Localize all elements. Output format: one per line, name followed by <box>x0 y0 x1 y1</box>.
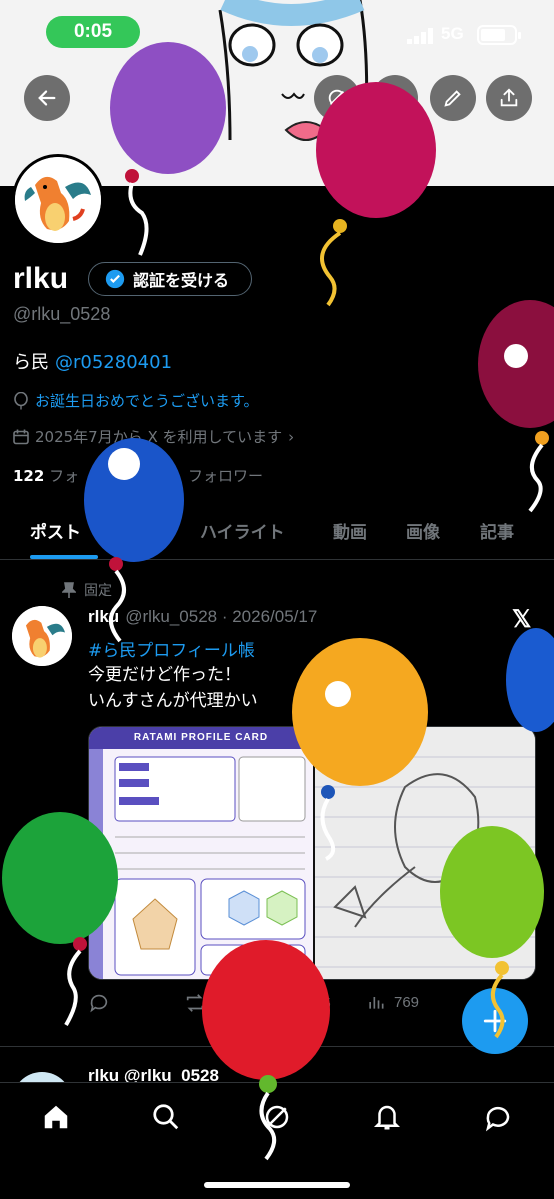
grok-icon <box>265 1105 289 1129</box>
search-icon <box>153 1104 179 1130</box>
x-logo-icon[interactable]: 𝕏 <box>512 605 531 634</box>
balloon-icon <box>14 391 28 409</box>
reply-icon <box>90 994 108 1013</box>
verified-badge-icon <box>105 269 125 289</box>
tab-videos[interactable]: 動画 <box>333 518 367 543</box>
profile-handle: @rlku_0528 <box>13 304 111 324</box>
repost-button[interactable]: 35 <box>184 992 331 1014</box>
pinned-text: 固定 <box>84 583 112 599</box>
bio-mention-link[interactable]: @r05280401 <box>55 352 172 373</box>
post-media[interactable]: RATAMI PROFILE CARD <box>88 726 536 980</box>
follow-counts[interactable]: 122 フォ フォロワー <box>13 465 263 486</box>
battery-icon <box>477 25 521 45</box>
following-count: 122 <box>13 467 45 485</box>
profile-card-title: RATAMI PROFILE CARD <box>89 727 313 749</box>
signal-icon <box>407 28 433 44</box>
get-verified-label: 認証を受ける <box>133 271 230 290</box>
charizard-avatar-image <box>12 606 72 666</box>
reply-button[interactable] <box>88 992 110 1014</box>
profile-card-image[interactable]: RATAMI PROFILE CARD <box>89 727 313 979</box>
plus-icon <box>483 1009 507 1033</box>
nav-home[interactable] <box>36 1097 76 1137</box>
post-text: 今更だけど作った！ いんすさんが代理かい <box>88 662 258 714</box>
charizard-avatar-image <box>15 157 101 243</box>
back-button[interactable] <box>24 75 70 121</box>
post-divider <box>0 1046 554 1047</box>
post-text-line-2: いんすさんが代理かい <box>88 691 258 711</box>
views-button[interactable]: 769 <box>366 992 419 1012</box>
search-profile-button[interactable] <box>372 75 418 121</box>
post-author-avatar[interactable] <box>12 606 72 666</box>
repost-count: 35 <box>314 994 331 1012</box>
post-author-meta: @rlku_0528 · 2026/05/17 <box>125 607 318 626</box>
sketch-illustration <box>315 727 535 979</box>
grok-icon <box>328 89 346 107</box>
joined-text: 2025年7月から X を利用しています <box>35 428 283 446</box>
compose-button[interactable] <box>462 988 528 1054</box>
birthday-text: お誕生日おめでとうございます。 <box>35 392 259 410</box>
nav-grok[interactable] <box>257 1097 297 1137</box>
network-label: 5G <box>441 24 464 43</box>
pinned-label: 固定 <box>62 580 112 600</box>
profile-bio: ら民 @r05280401 <box>13 348 172 374</box>
post-text-line-1: 今更だけど作った！ <box>88 665 241 685</box>
repost-icon <box>186 994 204 1012</box>
active-tab-indicator <box>30 555 98 559</box>
balloon-maroon <box>478 300 554 513</box>
nav-messages[interactable] <box>478 1097 518 1137</box>
share-icon <box>500 88 518 107</box>
tab-posts[interactable]: ポスト <box>30 518 81 543</box>
calendar-icon <box>13 429 29 444</box>
search-icon <box>386 89 404 107</box>
nav-notifications[interactable] <box>367 1097 407 1137</box>
following-label: フォ <box>49 467 80 485</box>
birthday-line: お誕生日おめでとうございます。 <box>13 390 259 411</box>
bio-text: ら民 <box>13 352 49 373</box>
views-count: 769 <box>394 993 420 1011</box>
nav-search[interactable] <box>146 1097 186 1137</box>
get-verified-button[interactable]: 認証を受ける <box>88 262 252 296</box>
profile-avatar[interactable] <box>12 154 104 246</box>
pencil-icon <box>444 90 461 107</box>
grok-button[interactable] <box>314 75 360 121</box>
followers-label: フォロワー <box>188 467 264 485</box>
tab-images[interactable]: 画像 <box>406 518 440 543</box>
battery-level <box>481 29 505 41</box>
status-time: 0:05 <box>46 16 140 48</box>
tab-highlights[interactable]: ハイライト <box>200 518 285 543</box>
post-author-name[interactable]: rlku <box>88 607 119 626</box>
chat-icon <box>485 1106 510 1132</box>
pin-icon <box>62 582 76 598</box>
joined-date-line[interactable]: 2025年7月から X を利用しています › <box>13 426 294 447</box>
bell-icon <box>373 1105 401 1130</box>
arrow-left-icon <box>38 90 56 106</box>
home-icon <box>44 1105 68 1129</box>
edit-button[interactable] <box>430 75 476 121</box>
chevron-right-icon: › <box>288 427 295 446</box>
profile-tabs: ポスト ハイライト 動画 画像 記事 <box>0 502 554 560</box>
sketch-image[interactable] <box>315 727 535 979</box>
balloon-blue-edge <box>506 628 554 732</box>
post-hashtag[interactable]: #ら民プロフィール帳 <box>88 636 255 661</box>
profile-card-illustration <box>89 749 306 979</box>
views-icon <box>369 997 384 1009</box>
status-bar: 0:05 5G <box>0 0 554 62</box>
home-indicator <box>204 1182 350 1188</box>
share-button[interactable] <box>486 75 532 121</box>
tab-articles[interactable]: 記事 <box>480 518 514 543</box>
profile-name: rlku <box>13 262 69 295</box>
post-header: rlku @rlku_0528 · 2026/05/17 <box>88 607 317 627</box>
